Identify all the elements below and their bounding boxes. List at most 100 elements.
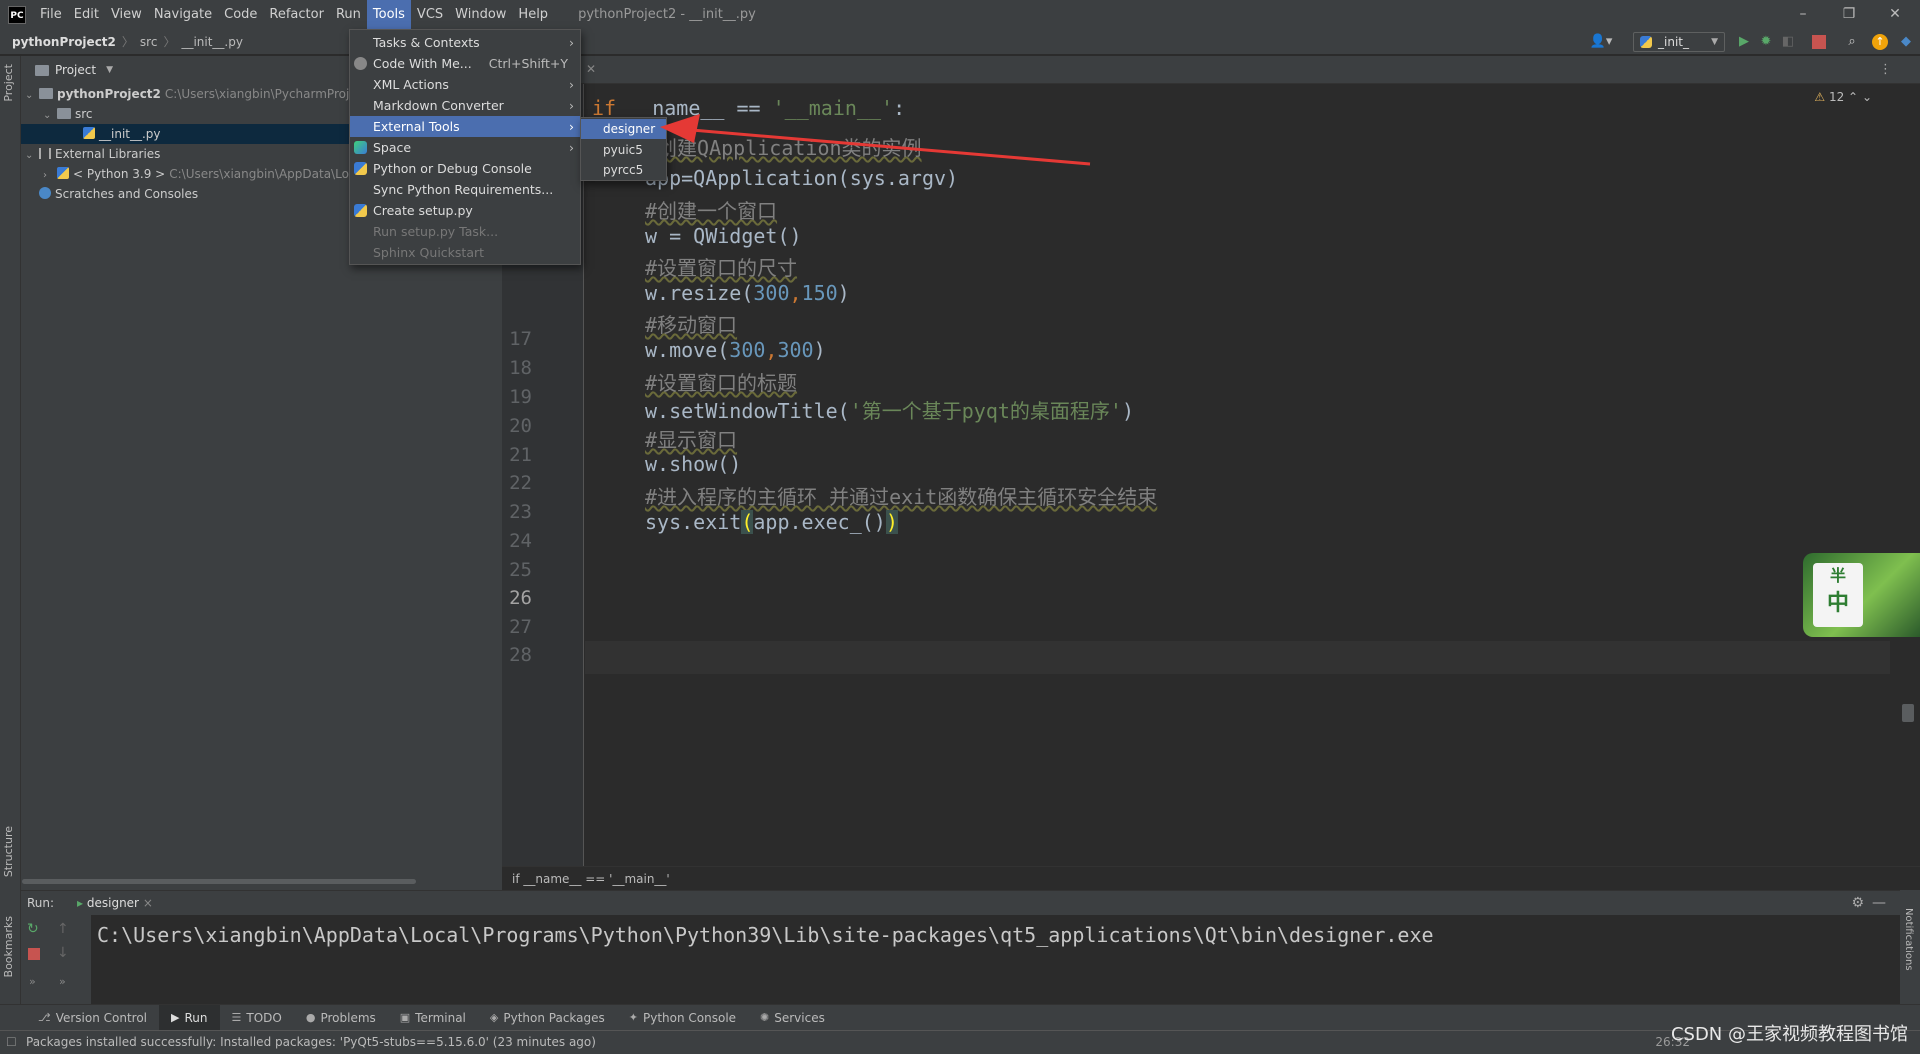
menu-item-xml-actions[interactable]: XML Actions ›: [350, 74, 580, 95]
tool-tab-bookmarks[interactable]: Bookmarks: [2, 916, 15, 977]
menu-vcs[interactable]: VCS: [411, 0, 449, 29]
project-horizontal-scrollbar[interactable]: [22, 879, 416, 884]
tool-button-run[interactable]: ▶ Run: [159, 1004, 220, 1031]
chevron-down-icon: ▼: [1711, 37, 1718, 47]
status-message[interactable]: Packages installed successfully: Install…: [26, 1035, 596, 1049]
collapse-arrow-icon: ›: [43, 170, 47, 181]
menu-item-designer[interactable]: designer: [581, 119, 666, 139]
menu-edit[interactable]: Edit: [68, 0, 105, 29]
run-tab-designer[interactable]: ▸ designer ×: [77, 891, 153, 915]
editor-vertical-scrollbar[interactable]: [1902, 704, 1914, 722]
menu-item-python-debug-console[interactable]: Python or Debug Console: [350, 158, 580, 179]
console-output[interactable]: C:\Users\xiangbin\AppData\Local\Programs…: [97, 923, 1434, 947]
breadcrumb-file[interactable]: __init__.py: [177, 35, 247, 49]
add-user-icon[interactable]: 👤▾: [1588, 33, 1614, 51]
minimize-button[interactable]: –: [1780, 0, 1826, 29]
menu-view[interactable]: View: [105, 0, 148, 29]
debug-icon[interactable]: ✹: [1758, 33, 1774, 51]
ime-status-badge[interactable]: 半 中: [1803, 553, 1920, 637]
menu-item-tasks-contexts[interactable]: Tasks & Contexts ›: [350, 32, 580, 53]
menu-tools[interactable]: Tools: [366, 0, 411, 29]
tool-tab-structure[interactable]: Structure: [2, 826, 15, 877]
stop-icon[interactable]: [1812, 35, 1826, 49]
minimize-panel-icon[interactable]: —: [1872, 891, 1886, 915]
scroll-down-icon[interactable]: ↓: [57, 945, 69, 961]
code-line: #设置窗口的标题: [645, 367, 797, 396]
scroll-up-icon[interactable]: ↑: [57, 921, 69, 937]
menu-item-run-setup-task: Run setup.py Task...: [350, 221, 580, 242]
breadcrumb-project[interactable]: pythonProject2: [0, 35, 120, 49]
menu-item-pyuic5[interactable]: pyuic5: [581, 140, 666, 160]
code-line: #设置窗口的尺寸: [645, 252, 797, 281]
run-icon[interactable]: ▶: [1736, 33, 1752, 51]
tree-path: C:\Users\xiangbin\AppData\Lo: [169, 167, 349, 181]
tool-button-label: TODO: [246, 1010, 282, 1025]
coverage-icon[interactable]: ◧: [1780, 33, 1796, 51]
tool-button-python-packages[interactable]: ◈ Python Packages: [478, 1005, 617, 1031]
close-window-button[interactable]: ✕: [1872, 0, 1918, 29]
code-line: w.show(): [645, 452, 742, 476]
tree-label: src: [75, 107, 93, 121]
tool-tab-project[interactable]: Project: [2, 64, 15, 102]
breadcrumb-src[interactable]: src: [136, 35, 162, 49]
editor-breadcrumb[interactable]: if __name__ == '__main__': [502, 866, 1920, 890]
line-number: 22: [509, 472, 532, 494]
stop-icon[interactable]: [28, 948, 40, 960]
line-number: 19: [509, 386, 532, 408]
number-literal: 300: [753, 281, 790, 305]
menu-window[interactable]: Window: [449, 0, 512, 29]
menu-item-create-setup[interactable]: Create setup.py: [350, 200, 580, 221]
close-tab-icon[interactable]: ×: [143, 896, 153, 910]
tool-button-problems[interactable]: ● Problems: [294, 1005, 388, 1031]
tool-button-services[interactable]: ✺ Services: [748, 1005, 837, 1031]
menu-file[interactable]: File: [34, 0, 68, 29]
menu-item-markdown-converter[interactable]: Markdown Converter ›: [350, 95, 580, 116]
python-file-icon: [354, 204, 367, 217]
update-icon[interactable]: ↑: [1872, 34, 1888, 50]
menu-navigate[interactable]: Navigate: [148, 0, 218, 29]
python-run-icon: ▸: [77, 896, 84, 910]
menu-item-pyrcc5[interactable]: pyrcc5: [581, 160, 666, 180]
ime-chinese-label: 中: [1826, 591, 1849, 616]
code-comment: #移动窗口: [645, 313, 738, 337]
status-icon[interactable]: ☐: [6, 1031, 17, 1053]
tool-button-label: Python Packages: [503, 1010, 605, 1025]
tool-button-version-control[interactable]: ⎇ Version Control: [26, 1005, 159, 1031]
close-tab-icon[interactable]: ✕: [586, 62, 596, 76]
tool-tab-notifications[interactable]: Notifications: [1903, 908, 1914, 971]
chevron-up-icon[interactable]: ⌃: [1848, 90, 1858, 104]
more-icon[interactable]: »: [29, 975, 36, 988]
jetbrains-icon[interactable]: ◆: [1898, 33, 1914, 51]
python-file-icon: [83, 127, 95, 139]
inspection-widget[interactable]: ⚠ 12 ⌃ ⌄: [1814, 90, 1872, 104]
gear-icon[interactable]: ⚙: [1851, 891, 1864, 915]
menu-item-sync-requirements[interactable]: Sync Python Requirements...: [350, 179, 580, 200]
tool-button-terminal[interactable]: ▣ Terminal: [388, 1005, 478, 1031]
menu-help[interactable]: Help: [512, 0, 554, 29]
submenu-arrow-icon: ›: [569, 35, 574, 50]
menu-item-external-tools[interactable]: External Tools ›: [350, 116, 580, 137]
menu-run[interactable]: Run: [330, 0, 367, 29]
more-icon[interactable]: »: [59, 975, 66, 988]
menu-item-code-with-me[interactable]: Code With Me... Ctrl+Shift+Y: [350, 53, 580, 74]
menu-refactor[interactable]: Refactor: [263, 0, 330, 29]
chevron-down-icon[interactable]: ⌄: [1862, 90, 1872, 104]
matched-brace: ): [885, 510, 898, 534]
menu-item-label: Sync Python Requirements...: [373, 182, 554, 197]
menu-code[interactable]: Code: [218, 0, 263, 29]
more-icon[interactable]: ⋮: [1879, 62, 1892, 77]
run-configuration-select[interactable]: _init_ ▼: [1633, 32, 1725, 52]
right-tool-strip: Notifications: [1900, 890, 1920, 1004]
ime-badge-card: 半 中: [1813, 563, 1863, 627]
rerun-icon[interactable]: ↻: [27, 921, 39, 937]
tree-label: pythonProject2: [57, 87, 161, 101]
tool-button-python-console[interactable]: ✦ Python Console: [617, 1005, 748, 1031]
search-icon[interactable]: ⌕: [1844, 33, 1860, 51]
submenu-arrow-icon: ›: [569, 98, 574, 113]
restore-button[interactable]: ❐: [1826, 0, 1872, 29]
line-number: 17: [509, 328, 532, 350]
code-editor[interactable]: ✕ ⋮ 17 18 19 20 21 22 23 24 25 26 27 28 …: [502, 56, 1920, 890]
tool-button-label: Version Control: [55, 1010, 148, 1025]
tool-button-todo[interactable]: ☰ TODO: [220, 1005, 294, 1031]
menu-item-space[interactable]: Space ›: [350, 137, 580, 158]
